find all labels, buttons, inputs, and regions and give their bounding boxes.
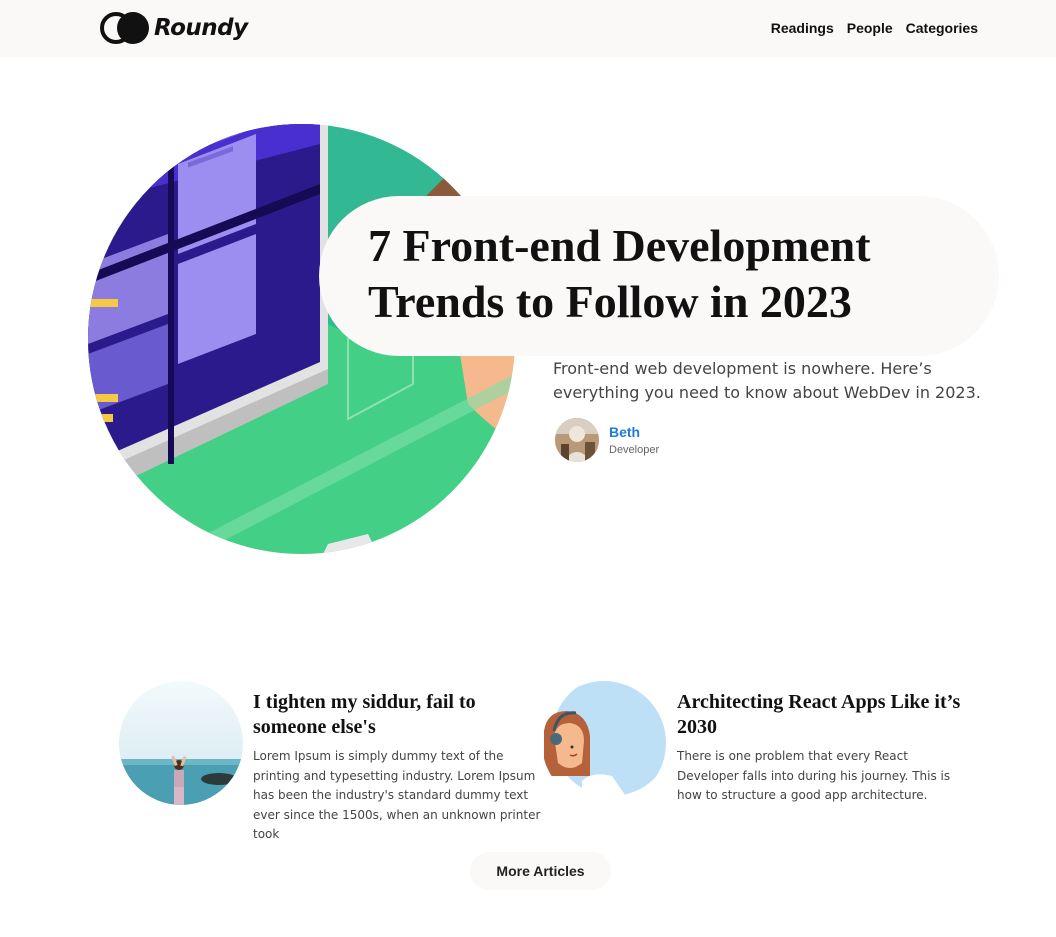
- nav-categories[interactable]: Categories: [906, 20, 978, 36]
- headphones-illustration: [542, 681, 666, 805]
- nav-people[interactable]: People: [847, 20, 893, 36]
- author-name[interactable]: Beth: [609, 424, 659, 440]
- article-excerpt: Lorem Ipsum is simply dummy text of the …: [253, 749, 541, 841]
- article-title[interactable]: Architecting React Apps Like it’s 2030: [677, 690, 967, 740]
- author-role: Developer: [609, 444, 660, 456]
- logo-icon: [100, 12, 152, 44]
- article-image-beach[interactable]: [119, 681, 243, 805]
- hero-title[interactable]: 7 Front-end Development Trends to Follow…: [368, 218, 968, 330]
- hero-description: Front-end web development is nowhere. He…: [553, 359, 981, 402]
- logo-text: Roundy: [154, 15, 248, 41]
- nav-readings[interactable]: Readings: [771, 20, 834, 36]
- author: Beth Developer: [555, 418, 659, 462]
- more-articles-button[interactable]: More Articles: [470, 852, 611, 890]
- avatar[interactable]: [555, 418, 599, 462]
- main-nav: Readings People Categories: [771, 20, 978, 36]
- site-header: Roundy Readings People Categories: [0, 0, 1056, 57]
- article-excerpt: There is one problem that every React De…: [677, 749, 951, 802]
- article-image-react[interactable]: [542, 681, 666, 805]
- article-title[interactable]: I tighten my siddur, fail to someone els…: [253, 690, 533, 740]
- logo[interactable]: Roundy: [100, 12, 248, 44]
- beach-illustration: [119, 681, 243, 805]
